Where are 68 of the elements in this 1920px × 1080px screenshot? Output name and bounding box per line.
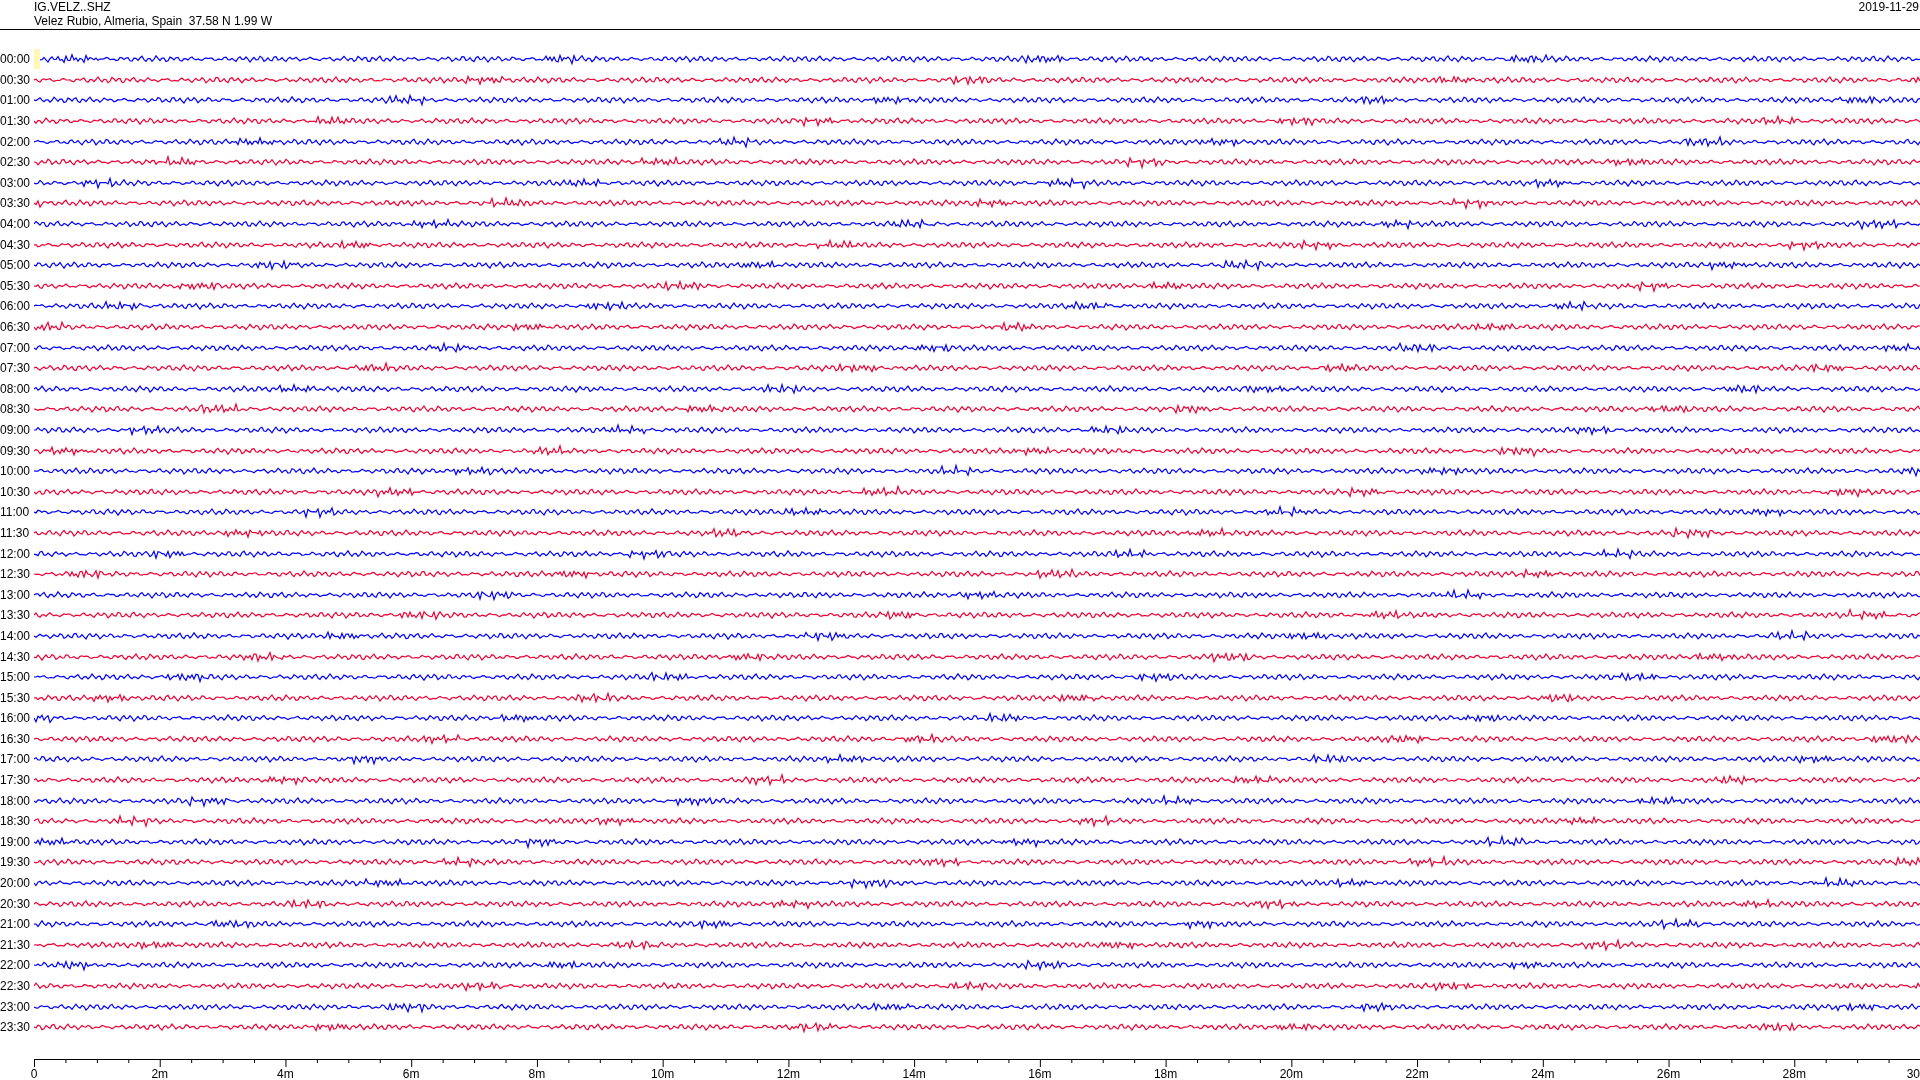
- time-label: 12:30: [0, 567, 32, 582]
- time-label: 11:30: [0, 525, 31, 540]
- axis-tick-label: 8m: [528, 1066, 546, 1080]
- time-label: 21:30: [0, 937, 32, 952]
- axis-tick-label: 16m: [1028, 1066, 1052, 1080]
- time-label: 02:30: [0, 155, 32, 170]
- time-label: 06:00: [0, 299, 32, 314]
- time-label: 10:30: [0, 484, 32, 499]
- station-location: Velez Rubio, Almeria, Spain 37.58 N 1.99 W: [34, 14, 273, 28]
- time-label: 15:00: [0, 670, 32, 685]
- axis-tick-label: 22m: [1405, 1066, 1429, 1080]
- time-label: 00:00: [0, 52, 32, 67]
- time-label: 12:00: [0, 546, 32, 561]
- time-label: 14:30: [0, 649, 32, 664]
- time-label: 19:30: [0, 855, 32, 870]
- time-label: 01:00: [0, 93, 32, 108]
- axis-tick-label: 12m: [776, 1066, 801, 1080]
- time-label: 08:00: [0, 381, 32, 396]
- time-label: 04:30: [0, 237, 32, 252]
- axis-tick-label: 30: [1906, 1066, 1920, 1080]
- station-code: IG.VELZ..SHZ: [34, 0, 112, 14]
- axis-tick-label: 14m: [902, 1066, 926, 1080]
- time-label: 23:30: [0, 1020, 32, 1035]
- time-label: 21:00: [0, 917, 32, 932]
- axis-tick-label: 2m: [151, 1066, 169, 1080]
- date-label: 2019-11-29: [1858, 0, 1920, 16]
- time-label: 23:00: [0, 999, 32, 1014]
- time-label: 18:00: [0, 793, 32, 808]
- axis-tick-label: 18m: [1153, 1066, 1178, 1080]
- time-label: 07:30: [0, 361, 32, 376]
- time-label: 20:30: [0, 896, 32, 911]
- time-label: 05:00: [0, 258, 32, 273]
- axis-tick-label: 4m: [277, 1066, 294, 1080]
- axis-tick-label: 26m: [1656, 1066, 1681, 1080]
- time-label: 07:00: [0, 340, 32, 355]
- time-label: 00:30: [0, 72, 32, 87]
- time-label: 08:30: [0, 402, 32, 417]
- time-label: 01:30: [0, 114, 32, 129]
- time-label: 06:30: [0, 320, 32, 334]
- time-label: 17:30: [0, 773, 32, 788]
- time-label: 04:00: [0, 217, 32, 232]
- axis-tick-label: 6m: [402, 1066, 420, 1080]
- time-label: 13:30: [0, 608, 32, 623]
- axis-tick-label: 28m: [1782, 1066, 1806, 1080]
- axis-tick-label: 24m: [1531, 1066, 1555, 1080]
- time-label: 05:30: [0, 278, 32, 293]
- time-label: 10:00: [0, 464, 32, 479]
- time-label: 09:00: [0, 423, 32, 437]
- time-label: 22:00: [0, 958, 32, 973]
- time-label: 14:00: [0, 628, 32, 643]
- time-label: 11:00: [0, 505, 31, 520]
- axis-tick-label: 10m: [651, 1066, 675, 1080]
- axis-tick-label: 20m: [1279, 1066, 1303, 1080]
- time-label: 22:30: [0, 979, 32, 993]
- time-label: 02:00: [0, 134, 32, 149]
- time-label: 16:00: [0, 711, 32, 726]
- time-label: 03:30: [0, 196, 32, 211]
- time-label: 13:00: [0, 587, 32, 602]
- position-marker: [34, 49, 40, 70]
- time-label: 20:00: [0, 876, 32, 891]
- axis-tick-label: 0: [30, 1066, 38, 1080]
- time-label: 09:30: [0, 443, 32, 458]
- time-label: 19:00: [0, 834, 32, 849]
- time-label: 17:00: [0, 752, 32, 767]
- time-label: 16:30: [0, 731, 32, 746]
- time-label: 03:00: [0, 175, 32, 190]
- time-label: 18:30: [0, 814, 32, 829]
- time-label: 15:30: [0, 690, 32, 705]
